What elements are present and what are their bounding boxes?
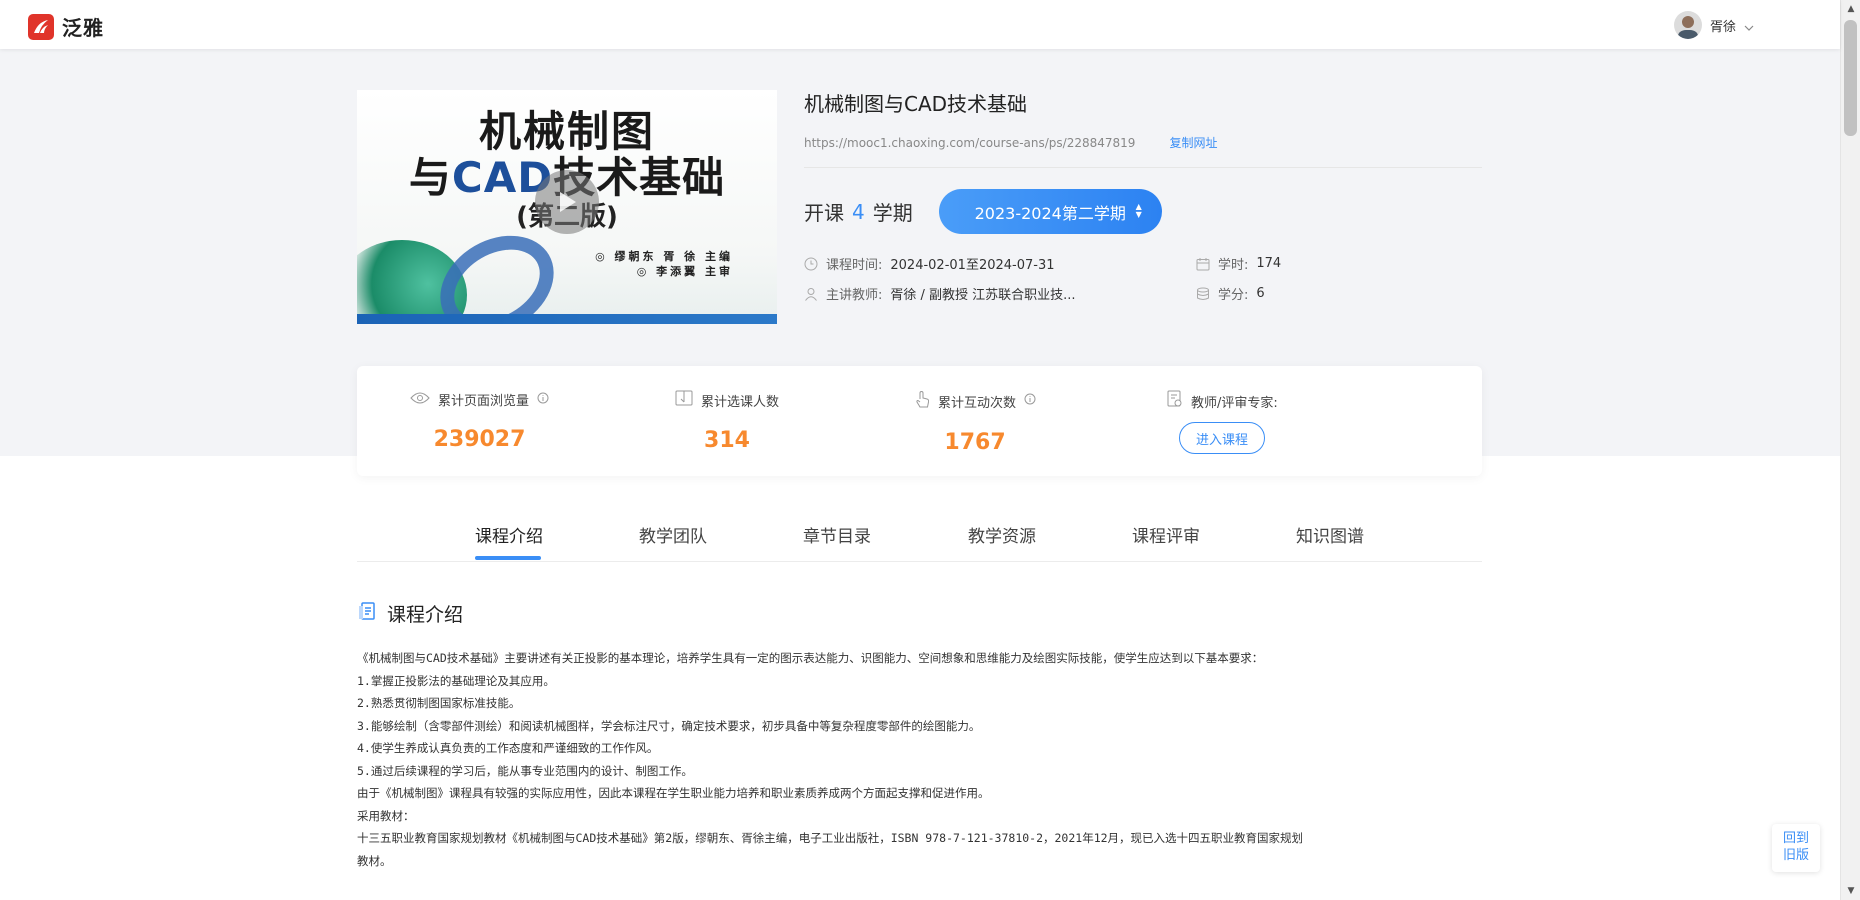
scrollbar-thumb[interactable] [1844, 20, 1857, 136]
course-stats-card: 累计页面浏览量 239027 累计选课人数 314 累计互动次数 1767 教师… [357, 366, 1482, 476]
clock-icon [804, 257, 818, 271]
sort-arrows-icon: ▲ ▼ [1135, 202, 1142, 219]
brand-logo-icon [28, 13, 54, 40]
course-hours: 学时: 174 [1196, 254, 1281, 273]
database-icon [1196, 287, 1210, 301]
brand-name: 泛雅 [62, 16, 104, 40]
description-paragraph: 4.使学生养成认真负责的工作态度和严谨细致的工作作风。 [357, 741, 659, 755]
calendar-icon [1196, 257, 1210, 271]
description-paragraph: 采用教材： [357, 808, 415, 823]
tab-chapter-catalog[interactable]: 章节目录 [803, 522, 871, 547]
description-paragraph: 2.熟悉贯彻制图国家标准技能。 [357, 696, 521, 710]
section-title: 课程介绍 [357, 600, 463, 627]
stat-enrollment: 累计选课人数 314 [675, 390, 779, 453]
user-menu[interactable]: 胥徐 [1673, 11, 1754, 39]
stat-interactions-value: 1767 [944, 430, 1006, 455]
tab-teaching-team[interactable]: 教学团队 [639, 522, 707, 547]
term-count: 4 [852, 199, 865, 224]
user-icon [804, 287, 818, 301]
stat-page-views: 累计页面浏览量 239027 [410, 390, 549, 452]
course-cover-video[interactable]: 机械制图 与CAD技术基础 (第二版) ◎ 缪朝东 胥 徐 主编 ◎ 李添翼 主… [357, 90, 777, 324]
description-paragraph: 1.掌握正投影法的基础理论及其应用。 [357, 673, 555, 688]
stat-expert-entry: 教师/评审专家: 进入课程 [1167, 390, 1278, 454]
chevron-down-icon [1744, 16, 1754, 35]
term-label-suffix: 学期 [872, 201, 913, 225]
scroll-down-arrow-icon[interactable]: ▼ [1841, 882, 1860, 900]
info-icon[interactable] [1024, 393, 1036, 409]
tab-course-intro[interactable]: 课程介绍 [475, 522, 543, 547]
info-icon[interactable] [537, 392, 549, 408]
page-scrollbar[interactable]: ▲ ▼ [1840, 0, 1860, 900]
eye-icon [410, 391, 430, 409]
term-select-dropdown[interactable]: 2023-2024第二学期 ▲ ▼ [938, 189, 1162, 234]
description-paragraph: 教材。 [357, 853, 392, 868]
tab-course-review[interactable]: 课程评审 [1132, 522, 1200, 547]
tab-knowledge-graph[interactable]: 知识图谱 [1296, 522, 1364, 547]
cover-strip [357, 314, 777, 324]
stat-interactions: 累计互动次数 1767 [914, 390, 1036, 455]
touch-icon [914, 390, 930, 412]
back-to-old-version-button[interactable]: 回到 旧版 [1772, 824, 1820, 872]
course-info-panel: 机械制图与CAD技术基础 https://mooc1.chaoxing.com/… [804, 90, 1482, 314]
course-credit: 学分: 6 [1196, 284, 1265, 303]
scroll-up-arrow-icon[interactable]: ▲ [1841, 0, 1860, 18]
course-title: 机械制图与CAD技术基础 [804, 92, 1028, 116]
stat-enrollment-value: 314 [704, 428, 750, 453]
course-url: https://mooc1.chaoxing.com/course-ans/ps… [804, 135, 1136, 150]
course-teacher: 主讲教师: 胥徐 / 副教授 江苏联合职业技... [804, 284, 1076, 303]
cover-author: ◎ 缪朝东 胥 徐 主编 [595, 250, 733, 263]
user-name: 胥徐 [1709, 19, 1736, 35]
course-tabs: 课程介绍 教学团队 章节目录 教学资源 课程评审 知识图谱 [357, 510, 1482, 562]
avatar [1673, 11, 1702, 39]
active-tab-indicator [475, 556, 541, 560]
course-time: 课程时间: 2024-02-01至2024-07-31 [804, 254, 1055, 273]
description-paragraph: 5.通过后续课程的学习后，能从事专业范围内的设计、制图工作。 [357, 763, 693, 778]
course-description: 《机械制图与CAD技术基础》主要讲述有关正投影的基本理论，培养学生具有一定的图示… [357, 647, 1482, 872]
stat-page-views-value: 239027 [433, 427, 526, 452]
play-icon[interactable] [535, 170, 599, 234]
book-icon [675, 390, 693, 410]
document-icon [1167, 390, 1183, 412]
tab-teaching-resources[interactable]: 教学资源 [968, 522, 1036, 547]
description-paragraph: 由于《机械制图》课程具有较强的实际应用性，因此本课程在学生职业能力培养和职业素质… [357, 786, 990, 800]
document-list-icon [357, 601, 377, 626]
description-paragraph: 3.能够绘制（含零部件测绘）和阅读机械图样，学会标注尺寸，确定技术要求，初步具备… [357, 718, 981, 733]
course-url-row: https://mooc1.chaoxing.com/course-ans/ps… [804, 134, 1482, 151]
enter-course-button[interactable]: 进入课程 [1179, 422, 1265, 454]
description-paragraph: 《机械制图与CAD技术基础》主要讲述有关正投影的基本理论，培养学生具有一定的图示… [357, 651, 1264, 665]
term-row: 开课 4 学期 2023-2024第二学期 ▲ ▼ [804, 189, 1482, 234]
divider [804, 167, 1482, 168]
description-paragraph: 十三五职业教育国家规划教材《机械制图与CAD技术基础》第2版，缪朝东、胥徐主编，… [357, 831, 1304, 845]
cover-reviewer: ◎ 李添翼 主审 [636, 265, 733, 278]
term-label-prefix: 开课 [804, 201, 844, 225]
copy-url-link[interactable]: 复制网址 [1169, 134, 1217, 151]
brand-logo[interactable]: 泛雅 [28, 12, 104, 41]
course-meta: 课程时间: 2024-02-01至2024-07-31 主讲教师: 胥徐 / 副… [804, 254, 1482, 314]
top-navigation-bar: 泛雅 胥徐 [0, 0, 1840, 49]
term-selected-value: 2023-2024第二学期 [974, 203, 1126, 223]
